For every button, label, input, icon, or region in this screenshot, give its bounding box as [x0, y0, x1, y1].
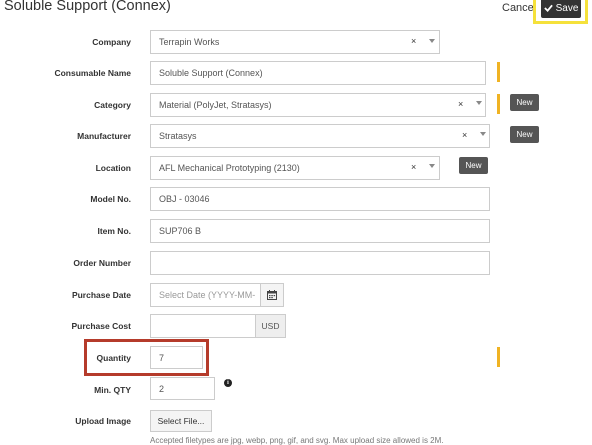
model-no-label: Model No. — [90, 194, 131, 204]
page-title: Soluble Support (Connex) — [4, 0, 171, 14]
purchase-cost-label: Purchase Cost — [71, 321, 131, 331]
location-value: AFL Mechanical Prototyping (2130) — [159, 163, 300, 173]
category-dropdown-icon[interactable] — [476, 101, 482, 105]
model-no-input[interactable]: OBJ - 03046 — [150, 187, 490, 211]
new-location-button[interactable]: New — [459, 157, 488, 174]
category-value: Material (PolyJet, Stratasys) — [159, 100, 272, 110]
location-clear-icon[interactable]: × — [411, 162, 416, 172]
purchase-date-placeholder: Select Date (YYYY-MM- — [159, 290, 256, 300]
order-number-label: Order Number — [73, 258, 131, 268]
cancel-button[interactable]: Cancel — [502, 2, 536, 14]
quantity-input[interactable]: 7 — [150, 346, 203, 369]
calendar-icon — [267, 290, 277, 300]
info-icon[interactable]: i — [224, 379, 232, 387]
quantity-value: 7 — [159, 352, 165, 363]
category-label: Category — [94, 100, 131, 110]
manufacturer-dropdown-icon[interactable] — [480, 132, 486, 136]
order-number-input[interactable] — [150, 251, 490, 275]
quantity-label: Quantity — [96, 353, 131, 363]
calendar-button[interactable] — [260, 283, 284, 307]
location-label: Location — [95, 163, 131, 173]
select-file-button[interactable]: Select File... — [150, 410, 212, 432]
purchase-date-input[interactable]: Select Date (YYYY-MM- — [150, 283, 261, 307]
required-indicator — [497, 347, 500, 367]
company-value: Terrapin Works — [159, 37, 220, 47]
manufacturer-label: Manufacturer — [77, 131, 131, 141]
purchase-cost-input[interactable] — [150, 314, 256, 338]
currency-addon: USD — [255, 314, 286, 338]
save-button[interactable]: Save — [541, 0, 581, 18]
category-clear-icon[interactable]: × — [458, 99, 463, 109]
new-manufacturer-button[interactable]: New — [510, 126, 539, 143]
item-no-input[interactable]: SUP706 B — [150, 219, 490, 243]
company-label: Company — [92, 37, 131, 47]
consumable-name-label: Consumable Name — [54, 68, 131, 78]
min-qty-label: Min. QTY — [94, 385, 131, 395]
min-qty-input[interactable]: 2 — [150, 377, 215, 400]
checkmark-icon — [543, 4, 553, 12]
consumable-name-input[interactable]: Soluble Support (Connex) — [150, 61, 486, 85]
consumable-name-value: Soluble Support (Connex) — [159, 68, 263, 78]
save-label: Save — [555, 2, 579, 14]
company-clear-icon[interactable]: × — [411, 36, 416, 46]
item-no-label: Item No. — [97, 226, 131, 236]
manufacturer-select[interactable]: Stratasys — [150, 124, 490, 148]
required-indicator — [497, 62, 500, 82]
manufacturer-clear-icon[interactable]: × — [462, 130, 467, 140]
required-indicator — [497, 94, 500, 114]
company-dropdown-icon[interactable] — [429, 39, 435, 43]
location-dropdown-icon[interactable] — [429, 164, 435, 168]
company-select[interactable]: Terrapin Works — [150, 30, 440, 54]
new-category-button[interactable]: New — [510, 94, 539, 111]
model-no-value: OBJ - 03046 — [159, 194, 210, 204]
category-select[interactable]: Material (PolyJet, Stratasys) — [150, 93, 486, 117]
purchase-date-label: Purchase Date — [71, 290, 131, 300]
location-select[interactable]: AFL Mechanical Prototyping (2130) — [150, 156, 440, 180]
min-qty-value: 2 — [159, 383, 165, 394]
upload-image-label: Upload Image — [75, 416, 131, 426]
item-no-value: SUP706 B — [159, 226, 202, 236]
manufacturer-value: Stratasys — [159, 131, 197, 141]
